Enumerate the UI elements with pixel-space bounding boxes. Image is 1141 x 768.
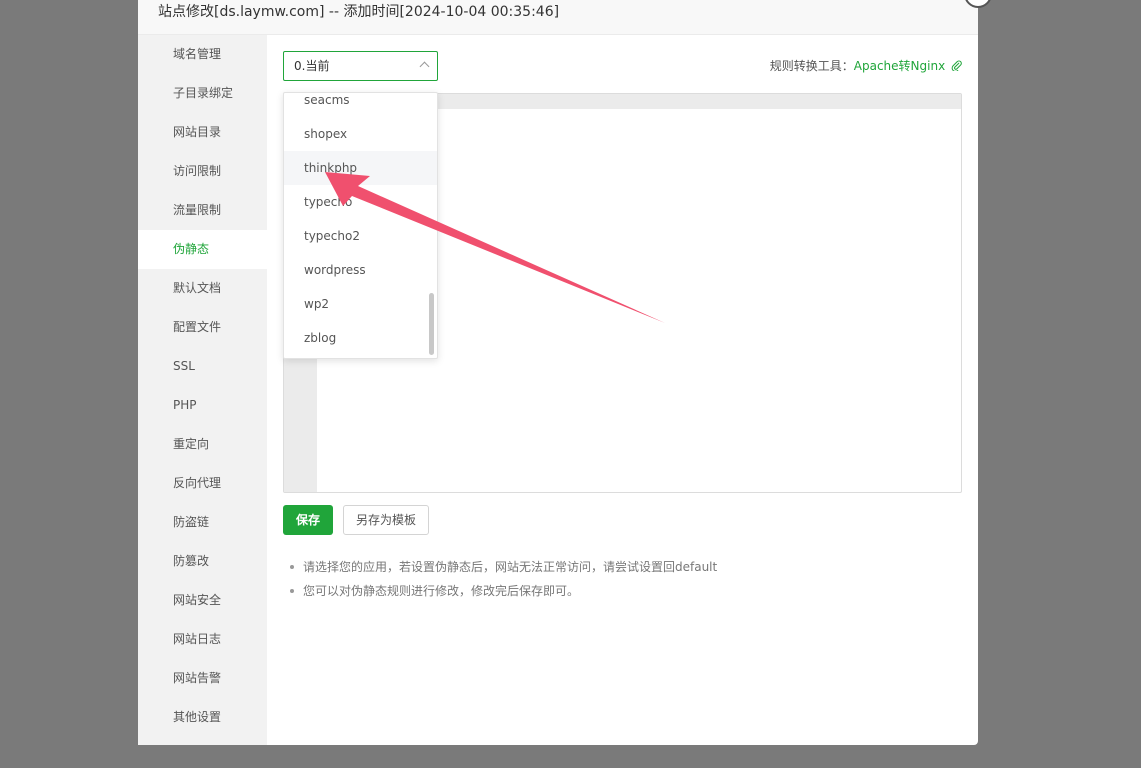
annotation-arrow-icon (325, 172, 665, 323)
